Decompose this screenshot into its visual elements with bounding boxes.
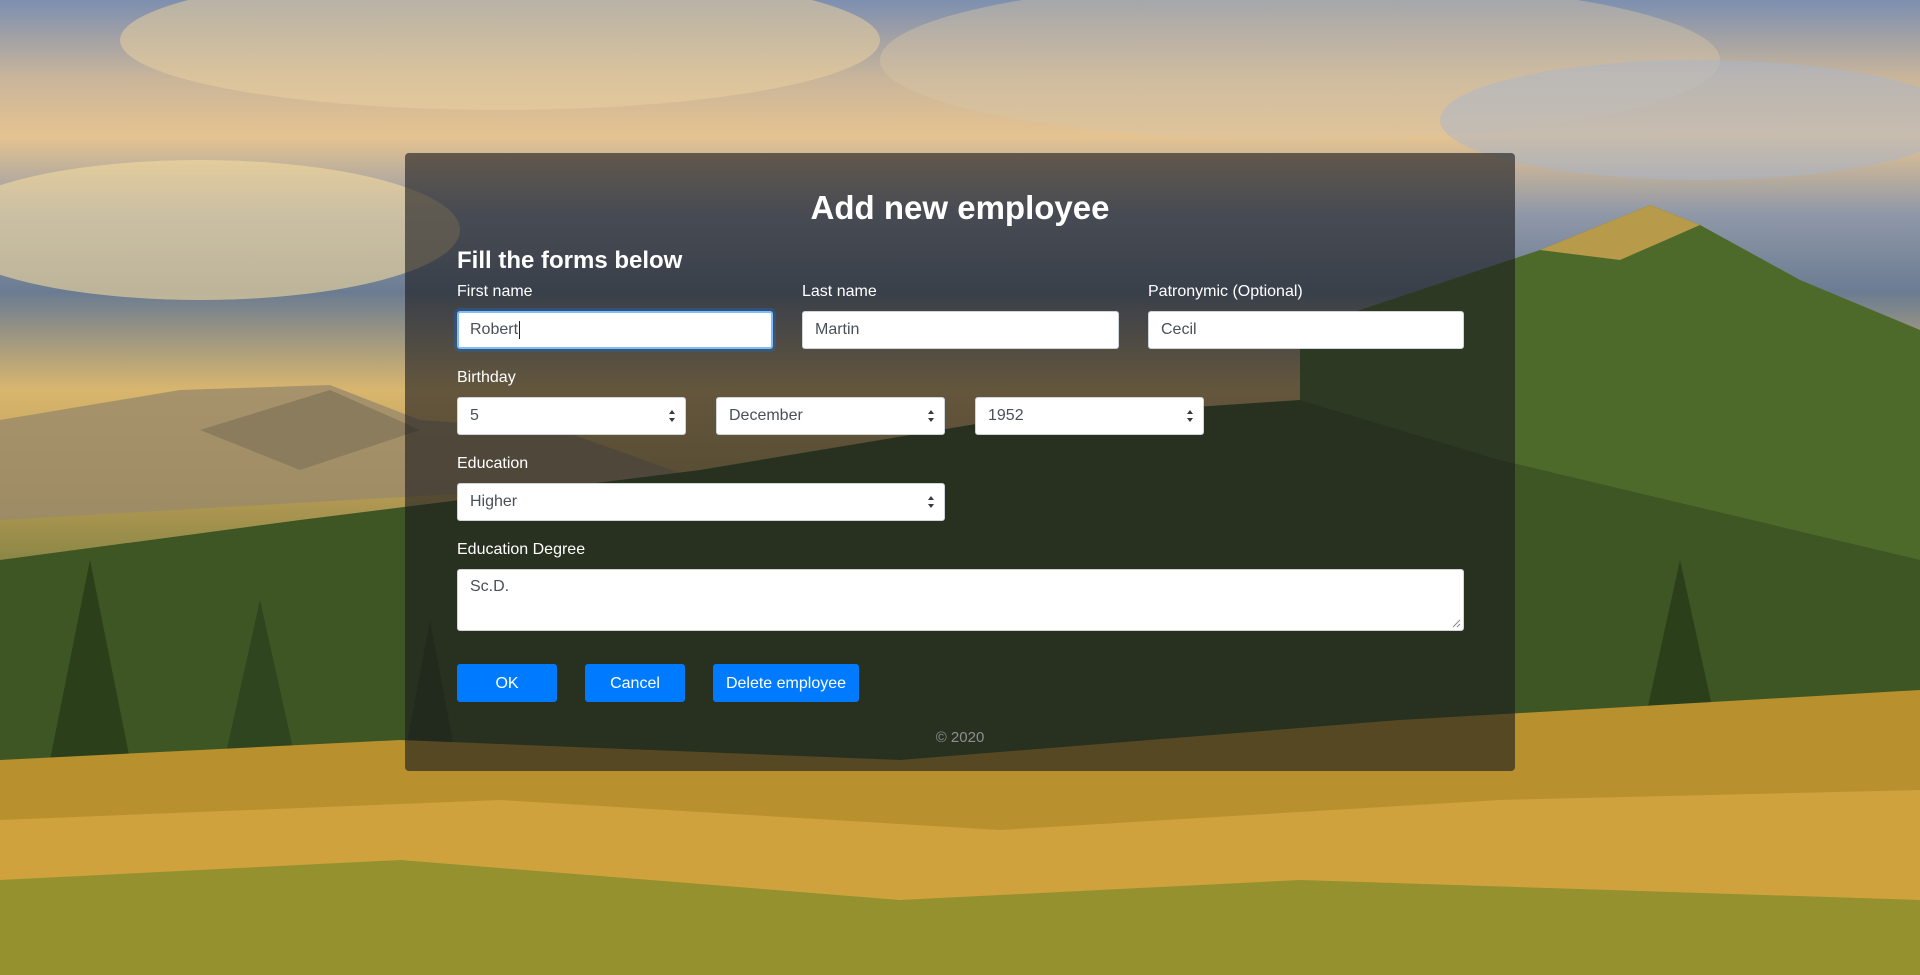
last-name-value: Martin bbox=[815, 321, 860, 338]
first-name-label: First name bbox=[457, 283, 533, 300]
birthday-month-select[interactable]: December bbox=[716, 397, 945, 435]
updown-chevron-icon bbox=[928, 496, 934, 508]
form-subtitle: Fill the forms below bbox=[457, 247, 683, 274]
ok-button[interactable]: OK bbox=[457, 664, 557, 702]
resize-grip-icon[interactable] bbox=[1452, 619, 1461, 628]
birthday-day-value: 5 bbox=[470, 407, 479, 424]
patronymic-input[interactable]: Cecil bbox=[1148, 311, 1464, 349]
patronymic-label: Patronymic (Optional) bbox=[1148, 283, 1303, 300]
delete-employee-button[interactable]: Delete employee bbox=[713, 664, 859, 702]
education-value: Higher bbox=[470, 493, 518, 510]
birthday-month-value: December bbox=[729, 407, 803, 424]
education-degree-value: Sc.D. bbox=[470, 578, 510, 595]
copyright-footer: © 2020 bbox=[935, 729, 985, 746]
education-select[interactable]: Higher bbox=[457, 483, 945, 521]
education-degree-textarea[interactable]: Sc.D. bbox=[457, 569, 1464, 631]
first-name-value: Robert bbox=[470, 321, 519, 338]
education-degree-label: Education Degree bbox=[457, 541, 586, 558]
birthday-day-select[interactable]: 5 bbox=[457, 397, 686, 435]
cancel-button[interactable]: Cancel bbox=[585, 664, 685, 702]
birthday-year-select[interactable]: 1952 bbox=[975, 397, 1204, 435]
updown-chevron-icon bbox=[928, 410, 934, 422]
page-title: Add new employee bbox=[810, 189, 1110, 226]
text-cursor bbox=[519, 320, 521, 339]
updown-chevron-icon bbox=[1187, 410, 1193, 422]
first-name-input[interactable]: Robert bbox=[457, 311, 773, 349]
last-name-label: Last name bbox=[802, 283, 877, 300]
last-name-input[interactable]: Martin bbox=[802, 311, 1119, 349]
birthday-year-value: 1952 bbox=[988, 407, 1024, 424]
patronymic-value: Cecil bbox=[1161, 321, 1197, 338]
birthday-label: Birthday bbox=[457, 369, 516, 386]
add-employee-dialog: Add new employee Fill the forms below Fi… bbox=[405, 153, 1515, 771]
education-label: Education bbox=[457, 455, 529, 472]
updown-chevron-icon bbox=[669, 410, 675, 422]
